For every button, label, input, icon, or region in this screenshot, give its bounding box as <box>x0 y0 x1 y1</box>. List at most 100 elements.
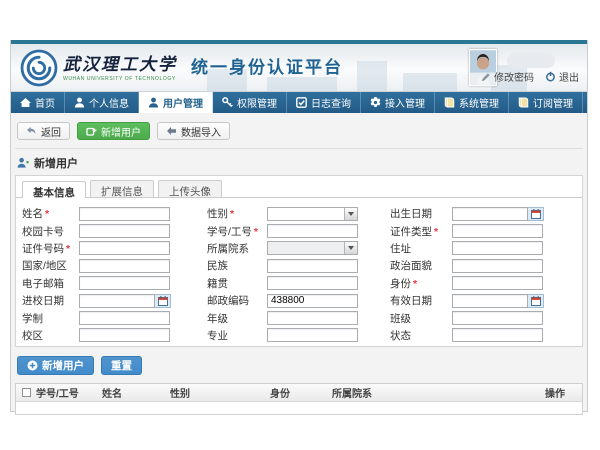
header: 武汉理工大学 WUHAN UNIVERSITY OF TECHNOLOGY 统一… <box>11 44 587 92</box>
field-address: 住址 <box>390 241 582 256</box>
calendar-icon[interactable] <box>528 294 544 308</box>
university-name: 武汉理工大学 WUHAN UNIVERSITY OF TECHNOLOGY <box>63 50 177 82</box>
nav-tab-permission-management[interactable]: 权限管理 <box>213 92 287 113</box>
nav-tab-label: 接入管理 <box>385 95 425 110</box>
enrollment-date-input[interactable] <box>79 294 155 308</box>
field-label: 所属院系 <box>207 241 267 256</box>
calendar-icon[interactable] <box>155 294 171 308</box>
logout-link[interactable]: 退出 <box>545 69 579 84</box>
toolbar: 返回 新增用户 数据导入 <box>15 113 583 149</box>
birth-date-input[interactable] <box>452 207 528 221</box>
ethnicity-input[interactable] <box>267 259 358 273</box>
field-status: 状态 <box>390 328 582 343</box>
nav-tab-label: 个人信息 <box>89 95 129 110</box>
select-all-checkbox[interactable] <box>22 388 31 397</box>
app-window: 武汉理工大学 WUHAN UNIVERSITY OF TECHNOLOGY 统一… <box>10 40 588 412</box>
user-plus-icon <box>17 157 29 169</box>
field-political-status: 政治面貌 <box>390 258 582 273</box>
form-row: 进校日期 邮政编码 有效日期 <box>16 292 582 309</box>
address-input[interactable] <box>452 241 543 255</box>
field-country: 国家/地区 <box>22 258 207 273</box>
field-schooling-length: 学制 <box>22 311 207 326</box>
header-decoration <box>507 53 555 68</box>
field-label: 政治面貌 <box>390 258 452 273</box>
id-number-input[interactable] <box>79 241 170 255</box>
section-header: 新增用户 <box>15 149 583 175</box>
form-actions: 新增用户 重置 <box>15 347 583 383</box>
section-title: 新增用户 <box>34 155 78 171</box>
field-label: 国家/地区 <box>22 258 79 273</box>
data-import-label: 数据导入 <box>181 124 221 139</box>
campus-card-input[interactable] <box>79 224 170 238</box>
gender-select[interactable] <box>267 207 358 221</box>
form-fields: 姓名* 性别* 出生日期 校园卡号 <box>16 198 582 344</box>
status-input[interactable] <box>452 328 543 342</box>
import-arrow-icon <box>166 126 177 136</box>
form-tab-upload-avatar[interactable]: 上传头像 <box>158 180 222 197</box>
back-button[interactable]: 返回 <box>17 122 70 140</box>
field-birth-date: 出生日期 <box>390 206 582 221</box>
chevron-down-icon <box>344 242 357 254</box>
required-marker: * <box>254 226 258 238</box>
reset-button[interactable]: 重置 <box>101 356 142 375</box>
university-name-en: WUHAN UNIVERSITY OF TECHNOLOGY <box>63 76 177 82</box>
header-links: 修改密码 退出 <box>481 69 579 84</box>
nav-tab-personal-info[interactable]: 个人信息 <box>65 92 139 113</box>
field-label: 电子邮箱 <box>22 276 79 291</box>
user-icon <box>74 97 85 108</box>
form-tab-basic-info[interactable]: 基本信息 <box>22 181 86 198</box>
city-silhouette <box>403 73 457 91</box>
nav-tab-access-management[interactable]: 接入管理 <box>361 92 435 113</box>
column-header-identity: 身份 <box>270 385 332 400</box>
field-campus: 校区 <box>22 328 207 343</box>
field-label: 证件号码* <box>22 241 79 256</box>
field-enrollment-date: 进校日期 <box>22 293 207 308</box>
schooling-length-input[interactable] <box>79 311 170 325</box>
change-password-link[interactable]: 修改密码 <box>481 69 534 84</box>
major-input[interactable] <box>267 328 358 342</box>
class-input[interactable] <box>452 311 543 325</box>
add-window-icon <box>86 126 97 137</box>
form-row: 姓名* 性别* 出生日期 <box>16 205 582 222</box>
name-input[interactable] <box>79 207 170 221</box>
data-import-button[interactable]: 数据导入 <box>157 122 230 140</box>
table-empty-row <box>16 402 582 414</box>
required-marker: * <box>230 208 234 220</box>
nav-tab-log-query[interactable]: 日志查询 <box>287 92 361 113</box>
book-icon <box>444 97 455 108</box>
native-place-input[interactable] <box>267 276 358 290</box>
postal-code-input[interactable] <box>267 294 358 308</box>
field-label: 有效日期 <box>390 293 452 308</box>
email-input[interactable] <box>79 276 170 290</box>
submit-add-user-button[interactable]: 新增用户 <box>17 356 94 375</box>
valid-date-input[interactable] <box>452 294 528 308</box>
field-label: 姓名* <box>22 206 79 221</box>
nav-tab-label: 系统管理 <box>459 95 499 110</box>
field-label: 身份* <box>390 276 452 291</box>
field-label: 性别* <box>207 206 267 221</box>
required-marker: * <box>45 208 49 220</box>
field-label: 籍贯 <box>207 276 267 291</box>
field-student-id: 学号/工号* <box>207 224 390 239</box>
form-tab-extended-info[interactable]: 扩展信息 <box>90 180 154 197</box>
field-identity: 身份* <box>390 276 582 291</box>
country-input[interactable] <box>79 259 170 273</box>
field-gender: 性别* <box>207 206 390 221</box>
nav-tab-system-management[interactable]: 系统管理 <box>435 92 509 113</box>
nav-tab-subscription-management[interactable]: 订阅管理 <box>509 92 583 113</box>
field-email: 电子邮箱 <box>22 276 207 291</box>
political-status-input[interactable] <box>452 259 543 273</box>
nav-tab-home[interactable]: 首页 <box>11 92 65 113</box>
student-id-input[interactable] <box>267 224 358 238</box>
nav-tab-user-management[interactable]: 用户管理 <box>139 92 213 113</box>
grade-input[interactable] <box>267 311 358 325</box>
campus-input[interactable] <box>79 328 170 342</box>
department-select[interactable] <box>267 241 358 255</box>
field-label: 民族 <box>207 258 267 273</box>
add-user-toolbar-button[interactable]: 新增用户 <box>77 122 150 140</box>
identity-input[interactable] <box>452 276 543 290</box>
id-type-input[interactable] <box>452 224 543 238</box>
calendar-icon[interactable] <box>528 207 544 221</box>
field-label: 出生日期 <box>390 206 452 221</box>
column-header-department: 所属院系 <box>332 385 545 400</box>
